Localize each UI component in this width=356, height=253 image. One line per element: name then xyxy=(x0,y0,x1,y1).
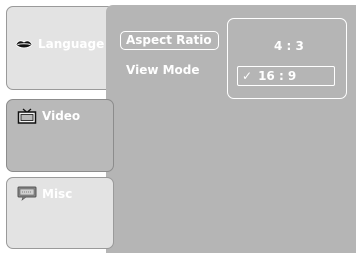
tab-language-content: Language xyxy=(15,37,104,51)
tab-video[interactable]: Video xyxy=(6,99,114,172)
option-16-9-label: 16 : 9 xyxy=(258,69,297,83)
tab-language-label: Language xyxy=(38,37,105,51)
tv-icon xyxy=(17,108,37,124)
tab-video-content: Video xyxy=(17,108,80,124)
check-icon: ✓ xyxy=(242,69,253,83)
misc-icon xyxy=(17,186,37,201)
tab-misc-label: Misc xyxy=(42,186,73,201)
lips-icon xyxy=(15,39,33,48)
menu-item-aspect-ratio[interactable]: Aspect Ratio xyxy=(120,31,219,50)
tab-language[interactable]: Language xyxy=(6,6,114,90)
tab-misc[interactable]: Misc xyxy=(6,177,114,249)
option-4-3[interactable]: 4 : 3 xyxy=(274,39,304,53)
menu-item-view-mode[interactable]: View Mode xyxy=(126,63,200,77)
tab-misc-content: Misc xyxy=(17,186,72,201)
settings-panel: Aspect Ratio View Mode 4 : 3 ✓ 16 : 9 xyxy=(106,5,356,253)
tab-video-label: Video xyxy=(42,109,81,123)
aspect-ratio-dropdown: 4 : 3 ✓ 16 : 9 xyxy=(227,18,347,99)
option-16-9[interactable]: ✓ 16 : 9 xyxy=(237,66,335,86)
